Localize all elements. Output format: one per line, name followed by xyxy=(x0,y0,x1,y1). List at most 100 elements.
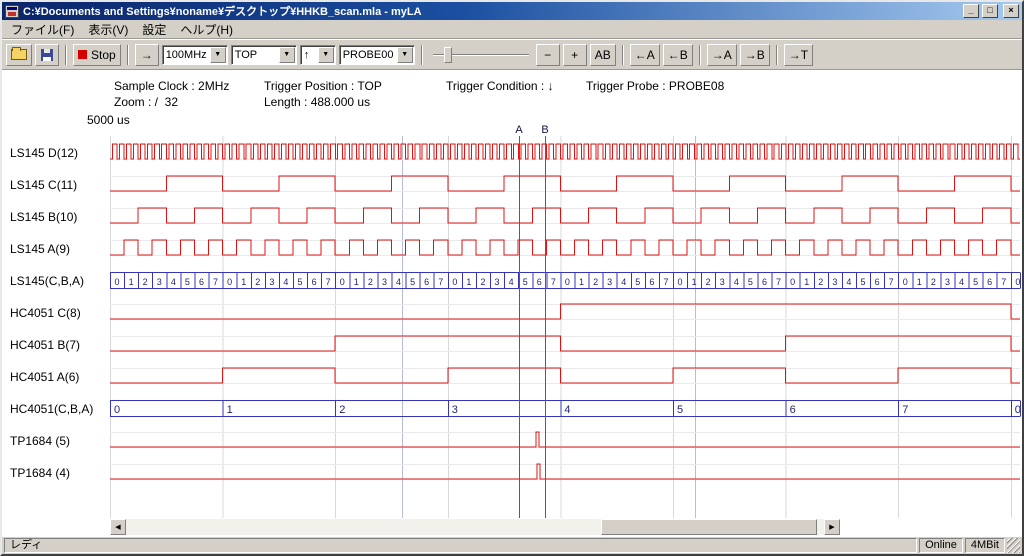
svg-text:6: 6 xyxy=(762,277,767,287)
goto-b-left-button[interactable]: ←B xyxy=(663,44,693,66)
svg-text:6: 6 xyxy=(790,404,796,416)
svg-text:0: 0 xyxy=(678,277,683,287)
toolbar-separator xyxy=(127,45,129,65)
svg-text:5: 5 xyxy=(185,277,190,287)
svg-text:4: 4 xyxy=(171,277,176,287)
probe-select[interactable]: PROBE00 ▼ xyxy=(339,45,415,65)
trigger-position-value: TOP xyxy=(232,49,279,61)
svg-text:0: 0 xyxy=(115,277,120,287)
trigger-condition-label: Trigger Condition : ↓ xyxy=(446,79,554,93)
zoom-slider-thumb[interactable] xyxy=(444,47,452,63)
svg-text:1: 1 xyxy=(804,277,809,287)
toolbar-separator xyxy=(699,45,701,65)
stop-button[interactable]: Stop xyxy=(73,44,121,66)
svg-text:7: 7 xyxy=(551,277,556,287)
svg-text:1: 1 xyxy=(354,277,359,287)
zoom-label: Zoom : / 32 xyxy=(114,95,178,109)
svg-text:1: 1 xyxy=(692,277,697,287)
channel-label-column: LS145 D(12)LS145 C(11)LS145 B(10)LS145 A… xyxy=(10,122,110,522)
scrollbar-thumb[interactable] xyxy=(601,519,817,535)
svg-text:B: B xyxy=(541,124,548,136)
channel-label: HC4051 C(8) xyxy=(10,305,81,321)
svg-text:6: 6 xyxy=(649,277,654,287)
maximize-button[interactable]: □ xyxy=(982,4,998,18)
svg-text:0: 0 xyxy=(565,277,570,287)
waveform-plot[interactable]: 0123456701234567012345670123456701234567… xyxy=(110,122,1022,522)
svg-text:3: 3 xyxy=(945,277,950,287)
toolbar-separator xyxy=(776,45,778,65)
channel-label: HC4051 B(7) xyxy=(10,337,80,353)
menu-help[interactable]: ヘルプ(H) xyxy=(173,19,240,40)
menu-bar: ファイル(F) 表示(V) 設定 ヘルプ(H) xyxy=(2,20,1022,39)
svg-text:6: 6 xyxy=(199,277,204,287)
save-floppy-icon xyxy=(41,49,53,61)
svg-text:7: 7 xyxy=(902,404,908,416)
svg-text:3: 3 xyxy=(607,277,612,287)
open-button[interactable] xyxy=(6,44,32,66)
menu-view[interactable]: 表示(V) xyxy=(81,19,135,40)
svg-text:3: 3 xyxy=(157,277,162,287)
status-ready: レディ xyxy=(4,538,917,553)
goto-b-right-button[interactable]: →B xyxy=(740,44,770,66)
svg-text:7: 7 xyxy=(776,277,781,287)
svg-text:A: A xyxy=(515,124,523,136)
trigger-probe-label: Trigger Probe : PROBE08 xyxy=(586,79,724,93)
scrollbar-track[interactable] xyxy=(126,519,824,535)
scroll-left-icon[interactable]: ◀ xyxy=(110,519,126,535)
goto-a-left-button[interactable]: ←A xyxy=(630,44,660,66)
svg-text:4: 4 xyxy=(396,277,401,287)
svg-text:5: 5 xyxy=(677,404,683,416)
close-button[interactable]: × xyxy=(1003,4,1019,18)
ab-button[interactable]: AB xyxy=(590,44,616,66)
waveform-pane: Sample Clock : 2MHz Trigger Position : T… xyxy=(2,70,1022,537)
chevron-down-icon[interactable]: ▼ xyxy=(279,47,295,63)
trigger-edge-select[interactable]: ↑ ▼ xyxy=(300,45,336,65)
window-title: C:¥Documents and Settings¥noname¥デスクトップ¥… xyxy=(22,3,960,19)
svg-text:5: 5 xyxy=(748,277,753,287)
clock-select[interactable]: 100MHz ▼ xyxy=(162,45,228,65)
goto-trigger-button[interactable]: →T xyxy=(784,44,813,66)
channel-label: LS145 B(10) xyxy=(10,209,77,225)
svg-text:0: 0 xyxy=(227,277,232,287)
svg-text:3: 3 xyxy=(269,277,274,287)
minimize-button[interactable]: _ xyxy=(963,4,979,18)
svg-text:4: 4 xyxy=(283,277,288,287)
zoom-slider[interactable] xyxy=(433,46,529,64)
zoom-out-button[interactable]: − xyxy=(536,44,560,66)
goto-a-right-button[interactable]: →A xyxy=(707,44,737,66)
scroll-right-icon[interactable]: ▶ xyxy=(824,519,840,535)
chevron-down-icon[interactable]: ▼ xyxy=(318,47,334,63)
save-button[interactable] xyxy=(35,44,59,66)
toolbar-separator xyxy=(65,45,67,65)
chevron-down-icon[interactable]: ▼ xyxy=(397,47,413,63)
trigger-position-select[interactable]: TOP ▼ xyxy=(231,45,297,65)
svg-text:2: 2 xyxy=(818,277,823,287)
svg-text:1: 1 xyxy=(917,277,922,287)
svg-text:0: 0 xyxy=(340,277,345,287)
svg-text:6: 6 xyxy=(424,277,429,287)
svg-text:1: 1 xyxy=(241,277,246,287)
horizontal-scrollbar[interactable]: ◀ ▶ xyxy=(110,519,840,535)
zoom-in-button[interactable]: + xyxy=(563,44,587,66)
resize-grip[interactable] xyxy=(1007,538,1020,553)
chevron-down-icon[interactable]: ▼ xyxy=(210,47,226,63)
svg-text:4: 4 xyxy=(959,277,964,287)
title-bar[interactable]: C:¥Documents and Settings¥noname¥デスクトップ¥… xyxy=(2,2,1022,20)
svg-text:4: 4 xyxy=(621,277,626,287)
svg-text:1: 1 xyxy=(129,277,134,287)
svg-text:2: 2 xyxy=(143,277,148,287)
stop-icon xyxy=(78,50,87,59)
svg-text:2: 2 xyxy=(706,277,711,287)
svg-text:3: 3 xyxy=(720,277,725,287)
menu-settings[interactable]: 設定 xyxy=(135,19,173,40)
channel-label: LS145 D(12) xyxy=(10,145,78,161)
svg-text:5: 5 xyxy=(298,277,303,287)
menu-file[interactable]: ファイル(F) xyxy=(4,19,81,40)
svg-text:3: 3 xyxy=(382,277,387,287)
svg-text:0: 0 xyxy=(790,277,795,287)
svg-text:1: 1 xyxy=(579,277,584,287)
svg-text:0: 0 xyxy=(903,277,908,287)
run-button[interactable]: → xyxy=(135,44,159,66)
svg-text:4: 4 xyxy=(564,404,570,416)
svg-text:0: 0 xyxy=(1015,277,1020,287)
